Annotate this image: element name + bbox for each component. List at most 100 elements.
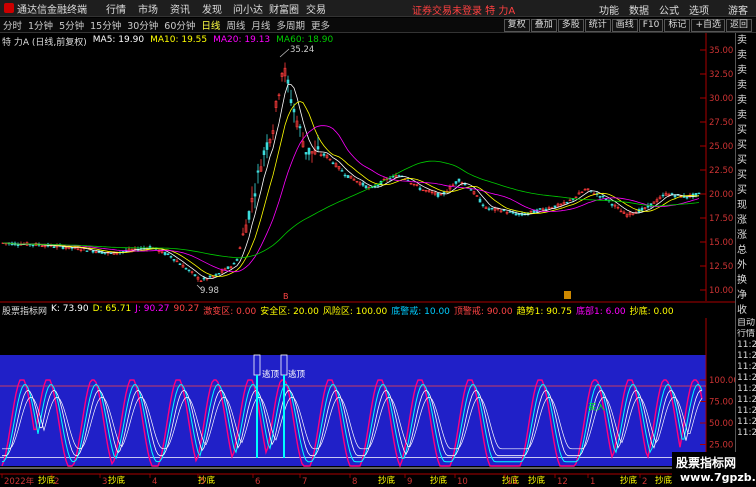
candle-body <box>478 198 482 203</box>
tab-60min[interactable]: 60分钟 <box>161 18 198 32</box>
tab-timeshare[interactable]: 分时 <box>0 18 25 32</box>
mark-button[interactable]: 标记 <box>664 19 691 32</box>
menu-item-news[interactable]: 资讯 <box>164 1 196 16</box>
side-panel-item[interactable]: 卖一 <box>736 108 756 123</box>
date-tick-label: 2 <box>642 477 647 487</box>
menu-item-discover[interactable]: 发现 <box>196 1 228 16</box>
overlay-button[interactable]: 叠加 <box>530 19 557 32</box>
menu-formula[interactable]: 公式 <box>658 2 680 17</box>
menu-item-market[interactable]: 市场 <box>132 1 164 16</box>
side-panel-item[interactable]: 行情 <box>736 329 756 340</box>
stats-button[interactable]: 统计 <box>584 19 611 32</box>
side-panel-item[interactable]: 卖比 <box>736 33 756 48</box>
trend-value: 趋势1: 90.75 <box>516 307 572 317</box>
candle-body <box>457 178 461 182</box>
app-title: 通达信金融终端 <box>0 1 90 16</box>
side-panel-item[interactable]: 换手 <box>736 273 756 288</box>
price-tick-label: 17.50 <box>709 214 733 224</box>
menu-item-ask[interactable]: 问小达 <box>228 1 268 16</box>
app-name: 通达信金融终端 <box>17 4 87 16</box>
candle-body <box>172 259 176 261</box>
tab-multi-period[interactable]: 多周期 <box>273 18 308 32</box>
candle-body <box>286 79 290 84</box>
f10-button[interactable]: F10 <box>638 19 664 32</box>
side-panel-item[interactable]: 买五 <box>736 183 756 198</box>
tab-more[interactable]: 更多 <box>308 18 333 32</box>
side-panel-item[interactable]: 11:26 <box>736 384 756 395</box>
side-panel-item[interactable]: 卖五 <box>736 48 756 63</box>
date-axis: 2022年 2 3 4 5 6 7 8 9 10 11 12 1 2 <box>1 474 647 487</box>
menu-item-quotes[interactable]: 行情 <box>100 1 132 16</box>
side-panel-item[interactable]: 11:26 <box>736 373 756 384</box>
tab-daily[interactable]: 日线 <box>198 18 223 32</box>
candle-body <box>463 183 467 186</box>
menu-item-wealth[interactable]: 财富圈 <box>268 1 300 16</box>
side-panel-item[interactable]: 11:26 <box>736 395 756 406</box>
side-panel-item[interactable]: 11:26 <box>736 340 756 351</box>
copy-bottom-label: 抄底 <box>378 475 396 486</box>
side-panel-item[interactable]: 收益 <box>736 303 756 318</box>
low-price-label: 9.98 <box>200 286 219 296</box>
side-panel-item[interactable]: 现价 <box>736 198 756 213</box>
ma60-value: MA60: 18.90 <box>276 35 334 45</box>
back-button[interactable]: 返回 <box>725 19 752 32</box>
menu-function[interactable]: 功能 <box>598 2 620 17</box>
watermark-title: 股票指标网 <box>676 456 737 470</box>
side-panel-item[interactable]: 自动 <box>736 318 756 329</box>
candle-body <box>640 207 644 211</box>
kline-chart[interactable]: 35.24 9.98 35.0032.5030.0027.5025.0022.5… <box>0 33 735 487</box>
k-value: K: 73.90 <box>51 304 89 314</box>
candle-body <box>292 108 296 113</box>
side-panel-item[interactable]: 11:26 <box>736 406 756 417</box>
side-panel-item[interactable]: 买三 <box>736 153 756 168</box>
tab-monthly[interactable]: 月线 <box>248 18 273 32</box>
top-warning: 顶警戒: 90.00 <box>453 307 513 317</box>
add-watchlist-button[interactable]: +自选 <box>691 19 725 32</box>
tab-5min[interactable]: 5分钟 <box>56 18 87 32</box>
price-tick-label: 22.50 <box>709 166 733 176</box>
menu-data[interactable]: 数据 <box>628 2 650 17</box>
main-chart-area <box>0 33 706 301</box>
side-panel-item[interactable]: 11:26 <box>736 428 756 439</box>
candle-body <box>166 253 170 256</box>
draw-line-button[interactable]: 画线 <box>611 19 638 32</box>
candle-body <box>604 198 608 201</box>
risk-zone: 风险区: 100.00 <box>322 307 388 317</box>
side-panel-item[interactable]: 买二 <box>736 138 756 153</box>
candle-body <box>289 99 293 104</box>
tab-1min[interactable]: 1分钟 <box>25 18 56 32</box>
copy-bottom-label: 抄底 <box>430 475 448 486</box>
tab-15min[interactable]: 15分钟 <box>87 18 124 32</box>
side-panel-item[interactable]: 涨幅 <box>736 228 756 243</box>
side-panel-item[interactable]: 11:26 <box>736 351 756 362</box>
candle-body <box>265 142 269 150</box>
side-panel-item[interactable]: 卖二 <box>736 93 756 108</box>
side-panel-item[interactable]: 外盘 <box>736 258 756 273</box>
candle-body <box>610 203 614 206</box>
indicator-axis: 100.00 75.00 50.00 25.00 <box>709 376 735 451</box>
tab-weekly[interactable]: 周线 <box>223 18 248 32</box>
safe-zone: 安全区: 20.00 <box>260 307 319 317</box>
restore-rights-button[interactable]: 复权 <box>503 19 530 32</box>
indicator-name[interactable]: 股票指标网 <box>2 304 47 317</box>
side-panel-item[interactable]: 涨跌 <box>736 213 756 228</box>
menu-options[interactable]: 选项 <box>688 2 710 17</box>
side-panel-item[interactable]: 卖三 <box>736 78 756 93</box>
side-panel-item[interactable]: 11:26 <box>736 417 756 428</box>
ind-tick-label: 100.00 <box>709 376 735 386</box>
menu-item-trade[interactable]: 交易 <box>300 1 332 16</box>
side-panel-item[interactable]: 11:26 <box>736 362 756 373</box>
tab-30min[interactable]: 30分钟 <box>124 18 161 32</box>
side-panel-item[interactable]: 卖四 <box>736 63 756 78</box>
main-legend: 特 力A (日线,前复权) MA5: 19.90 MA10: 19.55 MA2… <box>2 35 333 48</box>
candle-body <box>85 250 89 252</box>
side-panel-item[interactable]: 买四 <box>736 168 756 183</box>
stock-title: 特 力A (日线,前复权) <box>2 38 87 48</box>
candle-body <box>361 182 365 186</box>
multi-stock-button[interactable]: 多股 <box>557 19 584 32</box>
side-panel-item[interactable]: 买一 <box>736 123 756 138</box>
side-panel-item[interactable]: 净资 <box>736 288 756 303</box>
menu-guest[interactable]: 游客 <box>718 2 748 17</box>
ind-tick-label: 50.00 <box>709 419 733 429</box>
side-panel-item[interactable]: 总量 <box>736 243 756 258</box>
